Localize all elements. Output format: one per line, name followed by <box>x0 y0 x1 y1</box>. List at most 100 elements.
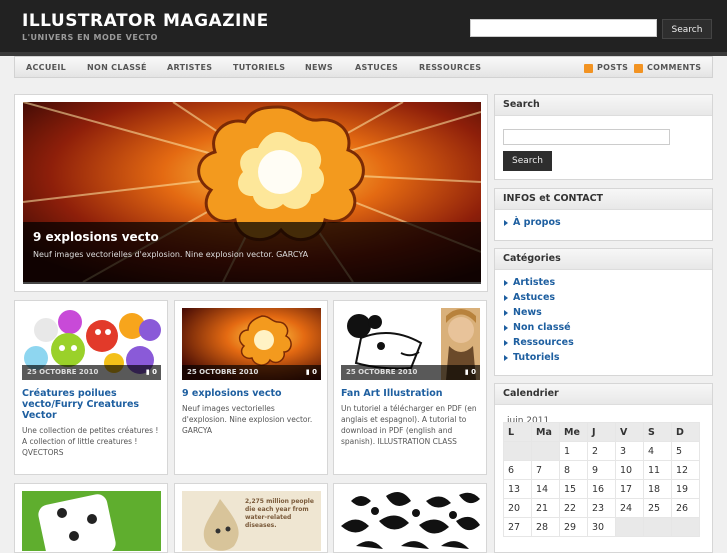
calendar-day: 19 <box>671 479 700 499</box>
nav-comments-feed[interactable]: COMMENTS <box>647 63 701 72</box>
post-title[interactable]: Créatures poilues vecto/Furry Creatures … <box>22 388 162 421</box>
calendar-empty-cell <box>615 517 644 537</box>
post-card: 25 OCTOBRE 2010 ▮ 0 9 explosions vecto N… <box>174 300 328 475</box>
poster-text: 2,275 million people die each year from … <box>245 498 314 529</box>
site-title[interactable]: ILLUSTRATOR MAGAZINE <box>22 11 269 31</box>
comment-count-value: 0 <box>152 368 157 376</box>
site-tagline: L'UNIVERS EN MODE VECTO <box>22 33 158 42</box>
calendar-day: 21 <box>531 498 560 518</box>
sidebar-search-input[interactable] <box>503 129 670 145</box>
post-card: 25 OCTOBRE 2010 ▮ 0 Fan Art Illustration… <box>333 300 487 475</box>
bullet-icon <box>504 340 508 346</box>
calendar-empty-cell <box>503 441 532 461</box>
featured-title[interactable]: 9 explosions vecto <box>33 230 159 244</box>
calendar-day: 17 <box>615 479 644 499</box>
damask-pattern[interactable] <box>341 491 480 551</box>
calendar-day: 12 <box>671 460 700 480</box>
post-title[interactable]: Fan Art Illustration <box>341 388 481 399</box>
calendar-empty-cell <box>643 517 672 537</box>
post-card <box>333 483 487 553</box>
calendar-day: 7 <box>531 460 560 480</box>
categories-widget: Catégories Artistes Astuces News Non cla… <box>494 248 713 376</box>
widget-title: Search <box>495 95 712 116</box>
nav-item-non-classe[interactable]: NON CLASSÉ <box>87 63 147 72</box>
header-search-input[interactable] <box>470 19 657 37</box>
calendar-day: 10 <box>615 460 644 480</box>
post-card <box>14 483 168 553</box>
category-tutoriels[interactable]: Tutoriels <box>513 352 560 363</box>
nav-item-tutoriels[interactable]: TUTORIELS <box>233 63 285 72</box>
calendar-day: 28 <box>531 517 560 537</box>
sidebar-search-button[interactable]: Search <box>503 151 552 171</box>
dice-illustration[interactable] <box>22 491 161 551</box>
infos-widget: INFOS et CONTACT À propos <box>494 188 713 241</box>
nav-item-astuces[interactable]: ASTUCES <box>355 63 398 72</box>
calendar-day: 27 <box>503 517 532 537</box>
calendar-day: 16 <box>587 479 616 499</box>
category-astuces[interactable]: Astuces <box>513 292 555 303</box>
nav-item-news[interactable]: NEWS <box>305 63 333 72</box>
widget-title: INFOS et CONTACT <box>495 189 712 210</box>
featured-description: Neuf images vectorielles d'explosion. Ni… <box>33 250 309 259</box>
calendar-week: 13 14 15 16 17 18 19 <box>503 479 700 499</box>
bullet-icon <box>504 295 508 301</box>
comment-count[interactable]: ▮ 0 <box>465 368 476 376</box>
category-news[interactable]: News <box>513 307 542 318</box>
widget-title: Calendrier <box>495 384 712 405</box>
rss-icon <box>634 64 643 73</box>
calendar-widget: Calendrier juin 2011 L Ma Me J V S D 123456789… <box>494 383 713 553</box>
calendar-day-header: Ma <box>531 422 560 442</box>
calendar-empty-cell <box>531 441 560 461</box>
comment-count[interactable]: ▮ 0 <box>306 368 317 376</box>
post-title[interactable]: 9 explosions vecto <box>182 388 322 399</box>
calendar-day-header: V <box>615 422 644 442</box>
post-date: 25 OCTOBRE 2010 <box>27 368 99 376</box>
calendar-day-header: Me <box>559 422 588 442</box>
calendar-day: 23 <box>587 498 616 518</box>
calendar-day: 29 <box>559 517 588 537</box>
post-date: 25 OCTOBRE 2010 <box>187 368 259 376</box>
category-non-classe[interactable]: Non classé <box>513 322 571 333</box>
calendar-day-header: J <box>587 422 616 442</box>
site-header: ILLUSTRATOR MAGAZINE L'UNIVERS EN MODE V… <box>0 0 727 56</box>
calendar-day: 15 <box>559 479 588 499</box>
post-card: 25 OCTOBRE 2010 ▮ 0 Créatures poilues ve… <box>14 300 168 475</box>
category-ressources[interactable]: Ressources <box>513 337 574 348</box>
nav-posts-feed[interactable]: POSTS <box>597 63 628 72</box>
calendar-day: 8 <box>559 460 588 480</box>
post-card: 2,275 million people die each year from … <box>174 483 328 553</box>
nav-item-artistes[interactable]: ARTISTES <box>167 63 212 72</box>
calendar-empty-cell <box>671 517 700 537</box>
comment-count[interactable]: ▮ 0 <box>146 368 157 376</box>
calendar-week: 6 7 8 9 10 11 12 <box>503 460 700 480</box>
calendar-day: 14 <box>531 479 560 499</box>
post-excerpt: Une collection de petites créatures ! A … <box>22 426 159 457</box>
widget-title: Catégories <box>495 249 712 270</box>
calendar-day: 11 <box>643 460 672 480</box>
calendar-day: 4 <box>643 441 672 461</box>
nav-item-accueil[interactable]: ACCUEIL <box>26 63 66 72</box>
calendar-day: 6 <box>503 460 532 480</box>
featured-caption: 9 explosions vecto Neuf images vectoriel… <box>23 222 481 284</box>
header-search-button[interactable]: Search <box>662 19 712 39</box>
calendar-day: 1 <box>559 441 588 461</box>
search-widget: Search Search <box>494 94 713 180</box>
category-artistes[interactable]: Artistes <box>513 277 555 288</box>
calendar-day: 30 <box>587 517 616 537</box>
post-excerpt: Neuf images vectorielles d'explosion. Ni… <box>182 404 313 435</box>
calendar-day: 2 <box>587 441 616 461</box>
calendar-day-header: L <box>503 422 532 442</box>
nav-item-ressources[interactable]: RESSOURCES <box>419 63 481 72</box>
post-meta: 25 OCTOBRE 2010 ▮ 0 <box>341 365 480 380</box>
post-meta: 25 OCTOBRE 2010 ▮ 0 <box>182 365 321 380</box>
widget-title-text: Search <box>503 99 540 110</box>
link-a-propos[interactable]: À propos <box>513 217 561 228</box>
calendar-day: 24 <box>615 498 644 518</box>
calendar-week: 12345 <box>503 441 700 461</box>
post-excerpt: Un tutoriel a télécharger en PDF (en ang… <box>341 404 477 446</box>
bullet-icon <box>504 325 508 331</box>
bullet-icon <box>504 220 508 226</box>
calendar-week: 27 28 29 30 <box>503 517 700 537</box>
bullet-icon <box>504 355 508 361</box>
rss-icon <box>584 64 593 73</box>
